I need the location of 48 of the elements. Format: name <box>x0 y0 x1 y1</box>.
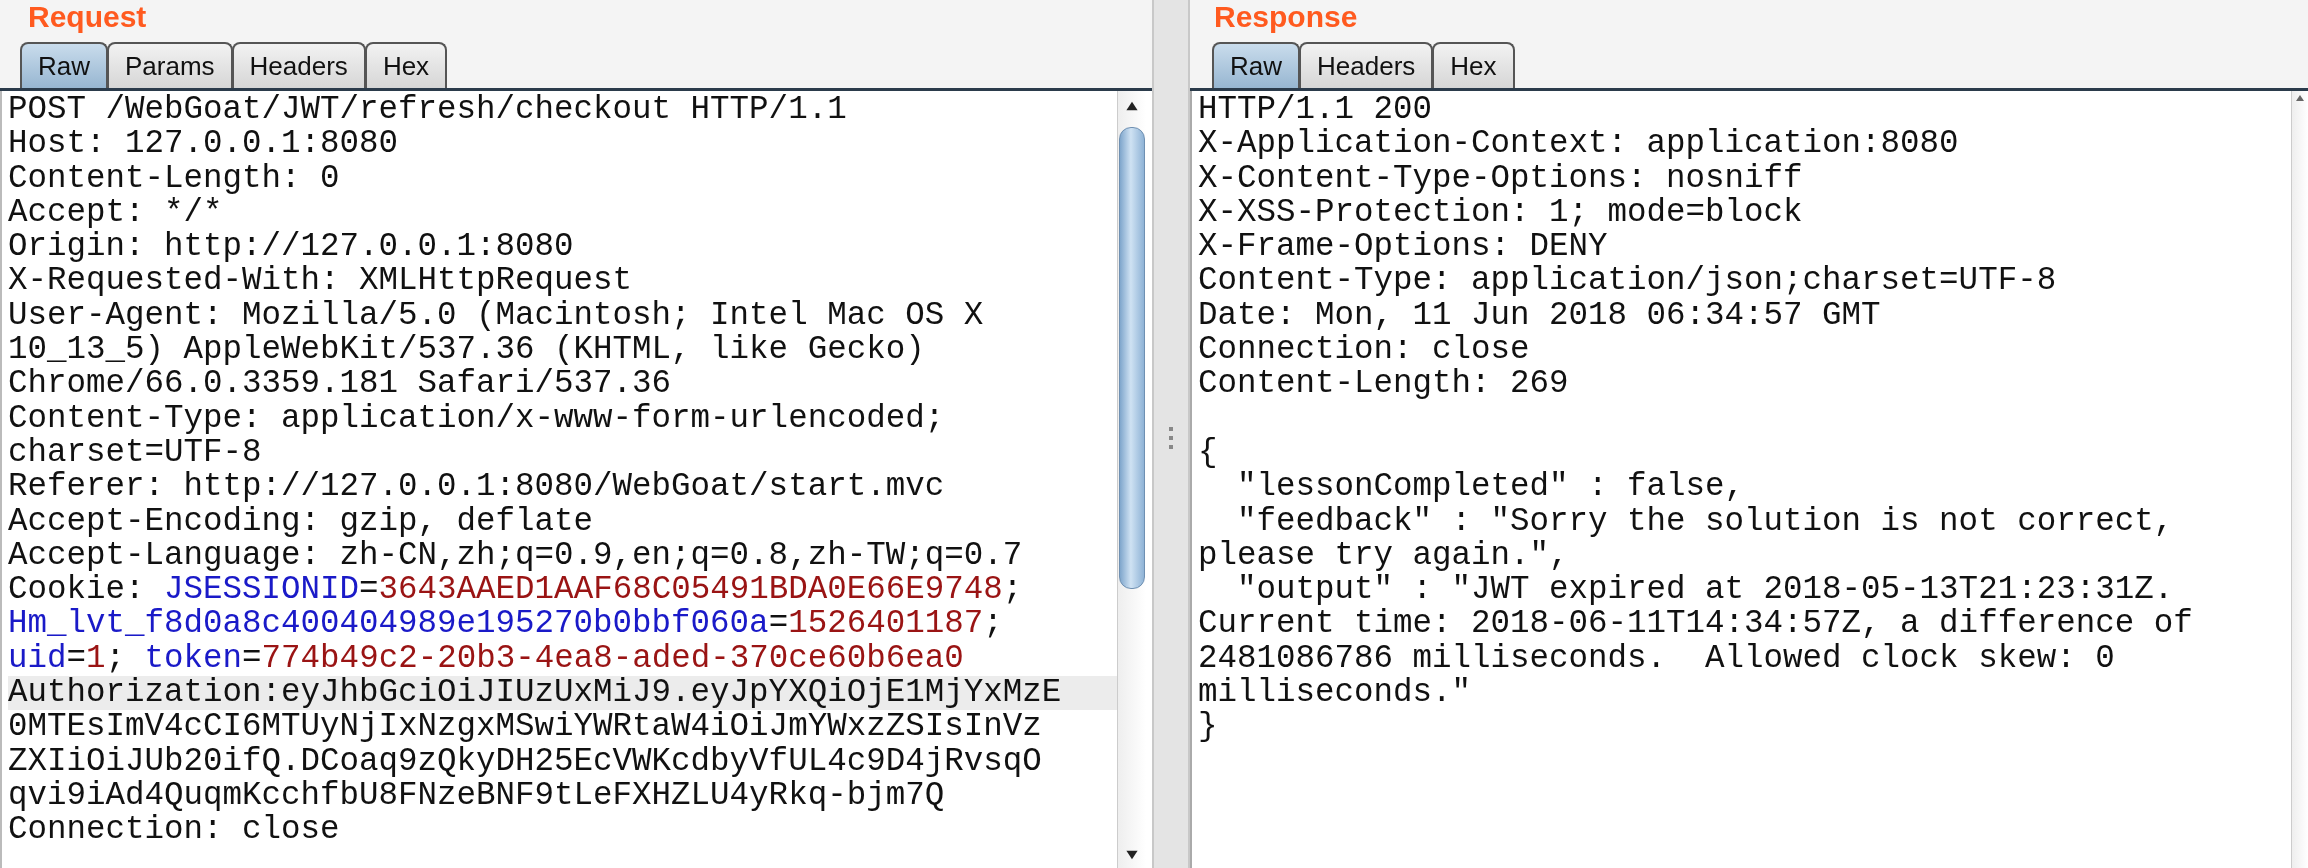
tab[interactable]: Raw <box>20 42 108 88</box>
text-line: Referer: http://127.0.0.1:8080/WebGoat/start.mvc <box>8 470 946 505</box>
text-line: X-Application-Context: application:8080 <box>1198 127 1960 162</box>
text-line: X-XSS-Protection: 1; mode=block <box>1198 195 1804 231</box>
text-line: Connection: close <box>1198 333 1531 368</box>
panel-title: Response <box>1213 0 1359 35</box>
text-line: POST /WebGoat/JWT/refresh/checkout HTTP/1.1 <box>8 93 848 128</box>
text-line: } <box>1198 710 1219 745</box>
text-line: "output" : "JWT expired at 2018-05-13T21:23:31Z. <box>1236 573 2174 608</box>
tab[interactable]: Raw <box>1212 42 1300 88</box>
text-line: milliseconds." <box>1198 676 1473 711</box>
text-line: 10_13_5) AppleWebKit/537.36 (KHTML, like Gecko) <box>8 333 926 368</box>
tab[interactable]: Headers <box>1299 42 1434 88</box>
text-line: Chrome/66.0.3359.181 Safari/537.36 <box>8 367 673 402</box>
text-line: 2481086786 milliseconds. Allowed clock skew: 0 <box>1198 641 2116 677</box>
text-line: ZXIiOiJUb20ifQ.DCoaq9zQkyDH25EcVWKcdbyVfUL4c9D4jRvsqO <box>8 744 1043 779</box>
panel-title: Request <box>27 0 148 35</box>
text-line: "feedback" : "Sorry the solution is not correct, <box>1236 504 2175 539</box>
tab[interactable]: Params <box>107 42 233 88</box>
text-line: X-Frame-Options: DENY <box>1198 230 1608 265</box>
text-line: HTTP/1.1 200 <box>1198 93 1434 128</box>
text-line: Accept: */* <box>8 195 223 231</box>
text-line: Content-Type: application/x-www-form-urlencoded; <box>8 401 946 436</box>
text-line: Date: Mon, 11 Jun 2018 06:34:57 GMT <box>1198 298 1882 334</box>
tab[interactable]: Hex <box>1432 42 1515 88</box>
text-line: "lessonCompleted" : false, <box>1236 470 1746 505</box>
text-line: qvi9iAd4QuqmKcchfbU8FNzeBNF9tLeFXHZLU4yRkq-bjm7Q <box>8 778 945 814</box>
text-line: X-Content-Type-Options: nosniff <box>1198 161 1804 196</box>
text-line: uid=1; token=774b49c2-20b3-4ea8-aded-370ce60b6ea0 <box>8 641 965 677</box>
text-line: User-Agent: Mozilla/5.0 (Macintosh; Intel Mac OS X <box>8 298 985 334</box>
text-line: X-Requested-With: XMLHttpRequest <box>8 264 634 299</box>
text-line: please try again.", <box>1198 538 1569 574</box>
text-line: 0MTEsImV4cCI6MTUyNjIxNzgxMSwiYWRtaW4iOiJmYWxzZSIsInVz <box>8 710 1043 745</box>
text-line: { <box>1198 435 1219 471</box>
text-line: charset=UTF-8 <box>8 435 263 471</box>
text-line: Content-Length: 269 <box>1198 367 1570 402</box>
text-line: Connection: close <box>8 813 341 848</box>
text-line: Accept-Language: zh-CN,zh;q=0.9,en;q=0.8,zh-TW;q=0.7 <box>8 538 1024 574</box>
text-line: Hm_lvt_f8d0a8c400404989e195270b0bbf060a=1526401187; <box>8 607 1004 642</box>
text-line: Content-Length: 0 <box>8 161 341 196</box>
tab[interactable]: Headers <box>231 42 366 88</box>
text-line: Cookie: JSESSIONID=3643AAED1AAF68C05491BDA0E66E9748; <box>8 573 1024 608</box>
tab[interactable]: Hex <box>364 42 448 88</box>
text-line: Current time: 2018-06-11T14:34:57Z, a difference of <box>1198 607 2194 642</box>
text-line: Host: 127.0.0.1:8080 <box>8 127 400 162</box>
text-line: Accept-Encoding: gzip, deflate <box>8 504 595 539</box>
text-line: Origin: http://127.0.0.1:8080 <box>8 230 575 265</box>
text-line: Content-Type: application/json;charset=UTF-8 <box>1198 264 2058 299</box>
